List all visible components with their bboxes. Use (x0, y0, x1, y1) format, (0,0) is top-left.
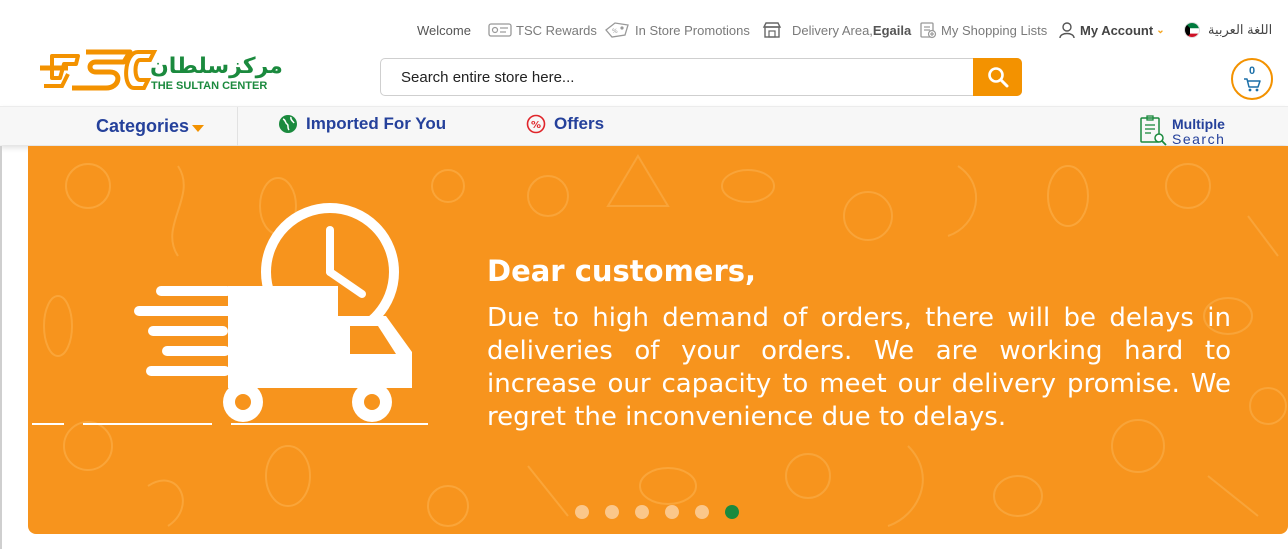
user-icon (1059, 22, 1075, 39)
nav-divider (237, 107, 238, 146)
carousel-dot-2[interactable] (605, 505, 619, 519)
page-left-border (0, 146, 2, 549)
tag-icon: % (605, 22, 629, 38)
carousel-dot-1[interactable] (575, 505, 589, 519)
delivery-area-link[interactable]: Delivery Area, Egaila (762, 20, 911, 40)
welcome-label: Welcome (417, 22, 471, 38)
globe-icon (279, 115, 297, 133)
in-store-promotions-link[interactable]: % In Store Promotions (603, 20, 750, 40)
carousel-dot-4[interactable] (665, 505, 679, 519)
my-shopping-lists-link[interactable]: My Shopping Lists (919, 20, 1047, 40)
my-account-menu[interactable]: My Account ⌄ (1058, 20, 1165, 40)
delivery-truck-clock-icon (32, 203, 428, 425)
search-input[interactable] (381, 59, 973, 95)
svg-text:%: % (612, 28, 618, 35)
hero-banner-slide[interactable]: Dear customers, Due to high demand of or… (28, 146, 1288, 534)
promotions-label: In Store Promotions (635, 22, 750, 38)
main-navigation: Categories Imported For You % Offers Mul… (0, 106, 1288, 147)
shopping-lists-label: My Shopping Lists (941, 22, 1048, 38)
categories-menu[interactable]: Categories (96, 116, 205, 137)
caret-down-icon (192, 124, 205, 132)
banner-title: Dear customers, (487, 254, 757, 288)
kuwait-flag-icon (1184, 22, 1200, 38)
categories-label: Categories (96, 116, 190, 136)
search-icon (987, 67, 1008, 88)
language-label: اللغة العربية (1208, 22, 1273, 37)
carousel-dots (575, 505, 739, 519)
imported-label: Imported For You (306, 114, 447, 133)
logo-english-text: THE SULTAN CENTER (151, 80, 268, 92)
multiple-search-button[interactable]: Multiple Search (1139, 115, 1239, 147)
language-switch[interactable]: اللغة العربية (1184, 20, 1272, 40)
logo-arabic-text: مركزسلطان (150, 54, 283, 79)
search-label: Search (1172, 131, 1226, 147)
banner-message: Due to high demand of orders, there will… (487, 303, 1231, 432)
search-bar (380, 58, 1022, 96)
offers-label: Offers (554, 114, 605, 133)
cart-icon (1244, 77, 1261, 91)
imported-for-you-link[interactable]: Imported For You (278, 114, 446, 134)
my-account-label: My Account (1080, 22, 1154, 38)
carousel-dot-3[interactable] (635, 505, 649, 519)
welcome-text: Welcome (417, 20, 471, 40)
multiple-label: Multiple (1172, 116, 1225, 132)
store-icon (762, 22, 782, 38)
list-icon (920, 22, 937, 39)
offers-link[interactable]: % Offers (526, 114, 604, 134)
chevron-down-icon: ⌄ (1156, 24, 1165, 36)
cart-count: 0 (1248, 64, 1256, 77)
tsc-rewards-label: TSC Rewards (516, 22, 597, 38)
delivery-area-value: Egaila (872, 22, 912, 38)
card-icon (488, 23, 512, 37)
cart-button[interactable]: 0 (1231, 58, 1273, 100)
carousel-dot-5[interactable] (695, 505, 709, 519)
delivery-area-label: Delivery Area, (792, 22, 873, 38)
svg-text:%: % (531, 120, 541, 131)
percent-icon: % (526, 114, 546, 134)
carousel-dot-6[interactable] (725, 505, 739, 519)
checklist-search-icon (1140, 115, 1167, 146)
tsc-rewards-link[interactable]: TSC Rewards (488, 20, 597, 40)
search-button[interactable] (973, 58, 1022, 96)
logo-mark-icon (40, 49, 158, 91)
